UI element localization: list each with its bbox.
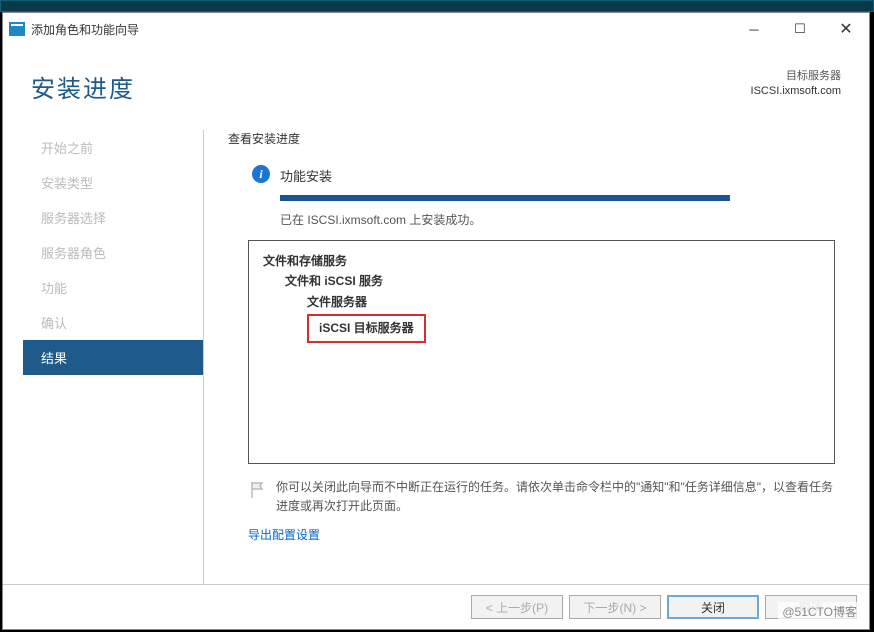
success-message: 已在 ISCSI.ixmsoft.com 上安装成功。 <box>280 211 841 228</box>
next-button: 下一步(N) > <box>569 595 661 619</box>
main-content: 查看安装进度 i 功能安装 已在 ISCSI.ixmsoft.com 上安装成功… <box>204 112 869 592</box>
target-label: 目标服务器 <box>751 69 841 84</box>
wizard-window: 添加角色和功能向导 ─ ☐ ✕ 安装进度 目标服务器 ISCSI.ixmsoft… <box>2 12 870 630</box>
target-server-info: 目标服务器 ISCSI.ixmsoft.com <box>751 69 841 100</box>
progress-bar <box>280 195 730 201</box>
prev-button: < 上一步(P) <box>471 595 563 619</box>
sidebar-item-server-select: 服务器选择 <box>23 200 203 235</box>
sidebar-item-install-type: 安装类型 <box>23 165 203 200</box>
window-title: 添加角色和功能向导 <box>31 21 731 38</box>
flag-icon <box>248 480 268 500</box>
sidebar-item-features: 功能 <box>23 270 203 305</box>
feature-results-box: 文件和存储服务 文件和 iSCSI 服务 文件服务器 iSCSI 目标服务器 <box>248 240 835 464</box>
sidebar-item-results[interactable]: 结果 <box>23 340 203 375</box>
app-icon <box>9 22 25 36</box>
watermark: @51CTO博客 <box>778 602 861 621</box>
feature-l3-fileserver: 文件服务器 <box>307 292 820 312</box>
sidebar-item-server-roles: 服务器角色 <box>23 235 203 270</box>
info-icon: i <box>252 165 270 183</box>
window-close-button[interactable]: ✕ <box>823 14 869 44</box>
close-note: 你可以关闭此向导而不中断正在运行的任务。请依次单击命令栏中的"通知"和"任务详细… <box>276 478 835 516</box>
close-button[interactable]: 关闭 <box>667 595 759 619</box>
sidebar-item-confirm: 确认 <box>23 305 203 340</box>
status-text: 功能安装 <box>280 165 332 185</box>
feature-l1: 文件和存储服务 <box>263 251 820 271</box>
page-title: 安装进度 <box>31 69 135 104</box>
feature-l2: 文件和 iSCSI 服务 <box>285 271 820 291</box>
minimize-button[interactable]: ─ <box>731 14 777 44</box>
feature-l3-iscsi-target: iSCSI 目标服务器 <box>307 314 426 342</box>
maximize-button[interactable]: ☐ <box>777 14 823 44</box>
sidebar-item-before-begin: 开始之前 <box>23 130 203 165</box>
export-config-link[interactable]: 导出配置设置 <box>248 526 841 543</box>
target-server-name: ISCSI.ixmsoft.com <box>751 84 841 99</box>
header: 安装进度 目标服务器 ISCSI.ixmsoft.com <box>3 45 869 112</box>
sidebar: 开始之前 安装类型 服务器选择 服务器角色 功能 确认 结果 <box>23 112 203 592</box>
button-bar: < 上一步(P) 下一步(N) > 关闭 取消 <box>3 584 869 629</box>
section-label: 查看安装进度 <box>228 130 841 147</box>
titlebar: 添加角色和功能向导 ─ ☐ ✕ <box>3 13 869 45</box>
